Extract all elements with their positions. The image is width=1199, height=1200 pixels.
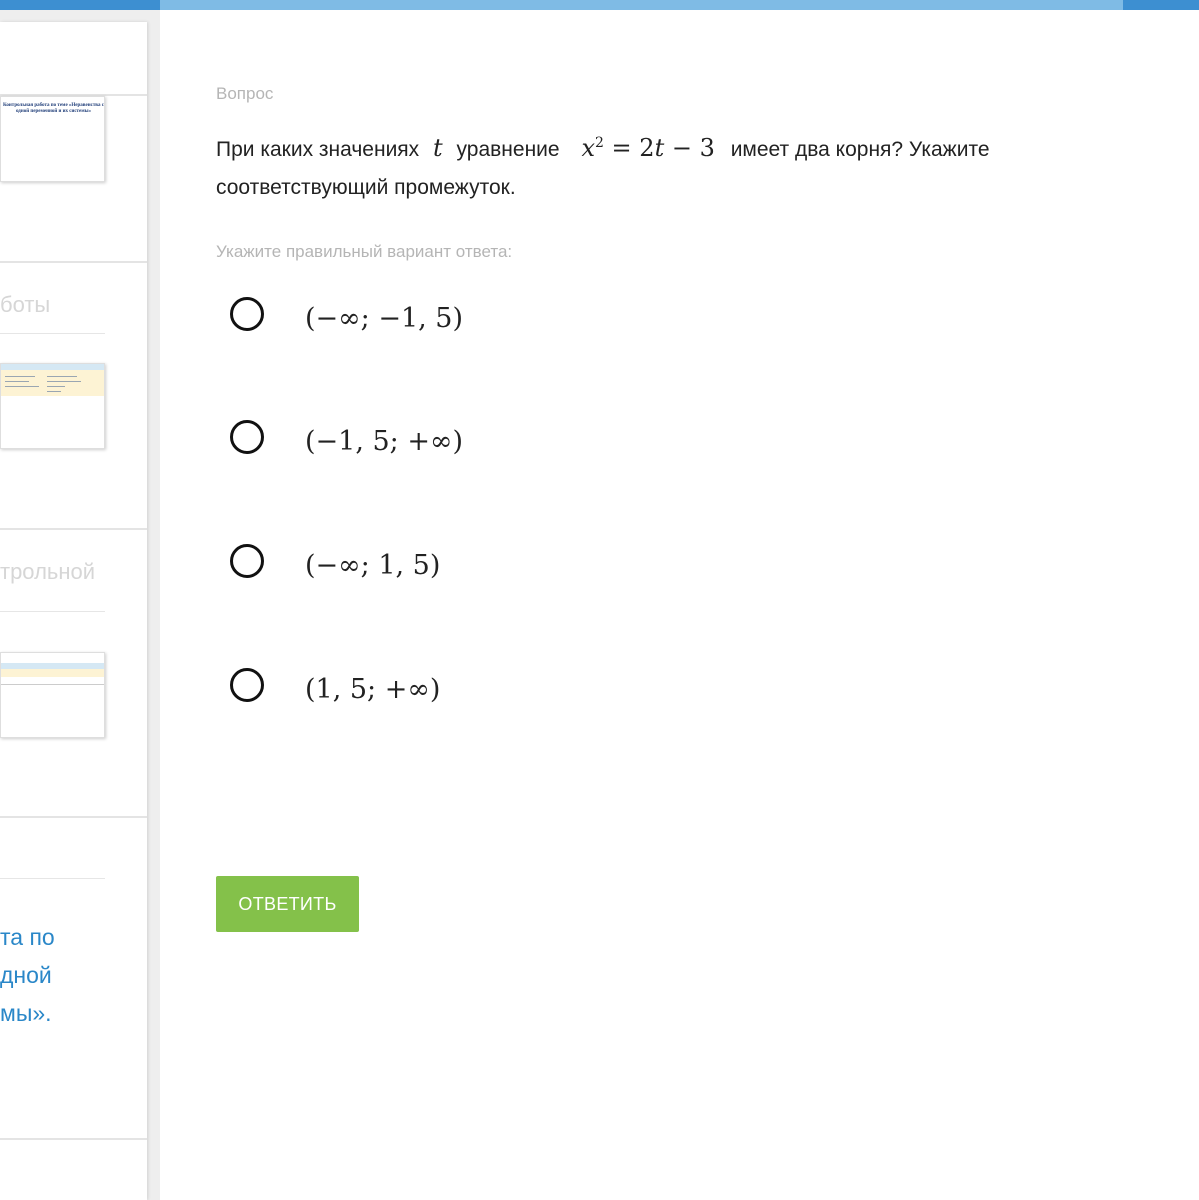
thumbnail-text-line bbox=[47, 381, 81, 382]
radio-button[interactable] bbox=[230, 668, 264, 702]
thumbnail-table-body bbox=[1, 370, 104, 396]
sidebar-thumbnail-3[interactable] bbox=[0, 652, 105, 738]
submit-answer-button[interactable]: ОТВЕТИТЬ bbox=[216, 876, 359, 932]
question-text: При каких значениях t уравнение x2 = 2t … bbox=[216, 124, 1096, 207]
question-variable: t bbox=[433, 134, 443, 162]
question-label: Вопрос bbox=[216, 84, 274, 103]
thumbnail-text-line bbox=[47, 386, 65, 387]
sidebar-thumbnail-1[interactable]: Контрольная работа по теме «Неравенства … bbox=[0, 96, 105, 182]
sidebar-divider bbox=[0, 816, 147, 818]
main-content: Вопрос При каких значениях t уравнение x… bbox=[216, 0, 1116, 1200]
sidebar: Контрольная работа по теме «Неравенства … bbox=[0, 10, 160, 1200]
answer-option-label: (1, 5; +∞) bbox=[305, 674, 441, 705]
question-part-2: уравнение bbox=[456, 138, 560, 161]
sidebar-divider bbox=[0, 528, 147, 530]
sidebar-item-title-3[interactable]: трольной bbox=[0, 559, 95, 585]
answer-option-4[interactable]: (1, 5; +∞) bbox=[230, 668, 730, 718]
question-part-1: При каких значениях bbox=[216, 138, 420, 161]
sidebar-thumbnail-2[interactable] bbox=[0, 363, 105, 449]
answer-option-label: (−1, 5; +∞) bbox=[305, 426, 464, 457]
thumbnail-text-line bbox=[47, 376, 77, 377]
sidebar-thin-divider bbox=[0, 611, 105, 612]
sidebar-thin-divider bbox=[0, 878, 105, 879]
answer-hint: Укажите правильный вариант ответа: bbox=[216, 242, 513, 261]
thumbnail-table-row bbox=[1, 669, 104, 677]
radio-button[interactable] bbox=[230, 544, 264, 578]
sidebar-divider bbox=[0, 261, 147, 263]
answer-option-3[interactable]: (−∞; 1, 5) bbox=[230, 544, 730, 594]
sidebar-divider bbox=[0, 1138, 147, 1140]
sidebar-panel: Контрольная работа по теме «Неравенства … bbox=[0, 22, 147, 1200]
radio-button[interactable] bbox=[230, 420, 264, 454]
sidebar-item-title-2[interactable]: боты bbox=[0, 292, 50, 318]
sidebar-link[interactable]: та по дной мы». bbox=[0, 918, 147, 1032]
thumbnail-text-line bbox=[5, 386, 39, 387]
thumbnail-text-line bbox=[5, 381, 29, 382]
thumbnail-text-line bbox=[47, 391, 61, 392]
sidebar-thin-divider bbox=[0, 333, 105, 334]
thumbnail-table-row bbox=[1, 677, 104, 685]
answer-option-2[interactable]: (−1, 5; +∞) bbox=[230, 420, 730, 470]
answer-option-1[interactable]: (−∞; −1, 5) bbox=[230, 297, 730, 347]
radio-button[interactable] bbox=[230, 297, 264, 331]
thumbnail-text-line bbox=[5, 376, 35, 377]
question-equation: x2 = 2t − 3 bbox=[581, 134, 715, 162]
thumbnail-title: Контрольная работа по теме «Неравенства … bbox=[3, 103, 104, 114]
answer-option-label: (−∞; 1, 5) bbox=[305, 550, 441, 581]
answer-option-label: (−∞; −1, 5) bbox=[305, 303, 464, 334]
